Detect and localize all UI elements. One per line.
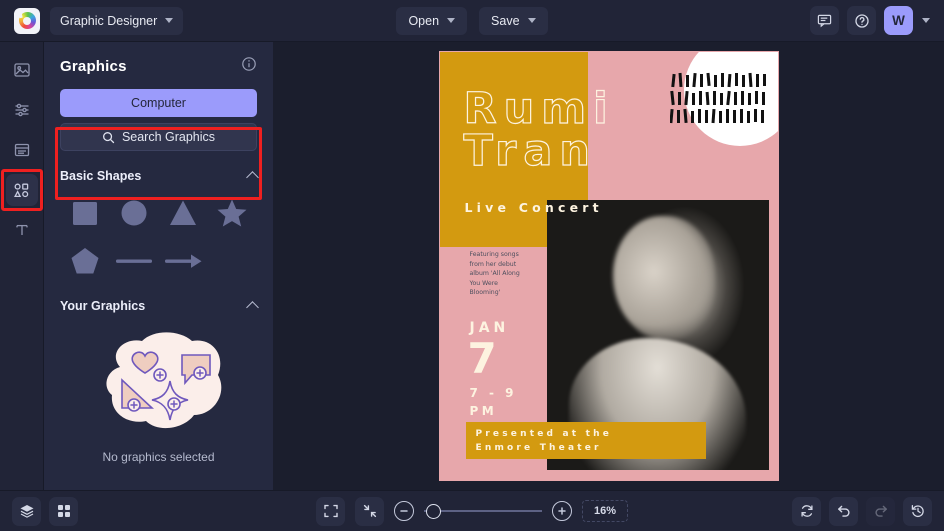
top-right-actions: W — [810, 6, 936, 35]
top-toolbar: Graphic Designer Open Save W — [0, 0, 944, 42]
sidebar-item-text[interactable] — [6, 214, 38, 246]
poster-time: 7 - 9 PM — [469, 386, 518, 418]
your-graphics-title: Your Graphics — [60, 299, 146, 313]
open-button[interactable]: Open — [396, 6, 468, 35]
poster-featuring-text: Featuring songs from her debut album 'Al… — [469, 251, 520, 297]
poster-title: Rumi Tran — [463, 84, 615, 177]
poster-tick-pattern — [669, 72, 766, 124]
shape-pentagon[interactable] — [63, 241, 107, 281]
poster-subtitle: Live Concert — [464, 200, 603, 215]
open-label: Open — [408, 13, 440, 28]
bottom-left-actions — [12, 496, 78, 526]
bottom-toolbar: 16% — [0, 490, 944, 531]
logo-glyph — [18, 12, 36, 29]
zoom-out-icon[interactable] — [394, 501, 414, 521]
zoom-slider-track — [424, 510, 542, 512]
shape-line[interactable] — [112, 241, 156, 281]
zoom-slider-thumb[interactable] — [426, 503, 441, 519]
app-window: Graphic Designer Open Save W Graphics Co… — [0, 0, 944, 531]
info-circle-icon[interactable] — [241, 56, 257, 77]
your-graphics-empty-state: No graphics selected — [60, 323, 257, 464]
sidebar-item-adjust[interactable] — [6, 94, 38, 126]
shape-arrow[interactable] — [161, 241, 205, 281]
search-icon — [102, 131, 115, 143]
sidebar-item-graphics[interactable] — [0, 169, 43, 211]
basic-shapes-title: Basic Shapes — [60, 169, 142, 183]
save-button[interactable]: Save — [479, 6, 548, 35]
shape-square[interactable] — [63, 193, 107, 233]
redo-icon[interactable] — [866, 496, 895, 526]
zoom-in-icon[interactable] — [552, 501, 572, 521]
undo-icon[interactable] — [829, 496, 858, 526]
chevron-down-icon[interactable] — [922, 18, 930, 23]
chevron-down-icon — [447, 18, 456, 23]
fit-to-screen-icon[interactable] — [316, 496, 345, 526]
graphics-blob-illustration — [105, 332, 221, 429]
your-graphics-section-header[interactable]: Your Graphics — [60, 299, 259, 314]
page-title: Graphics — [60, 58, 127, 75]
chevron-up-icon[interactable] — [246, 301, 259, 314]
sidebar-item-images[interactable] — [6, 54, 38, 86]
chevron-down-icon — [527, 18, 536, 23]
chevron-up-icon[interactable] — [246, 171, 259, 184]
history-icon[interactable] — [903, 496, 932, 526]
avatar[interactable]: W — [884, 6, 913, 35]
bottom-right-actions — [792, 496, 932, 526]
computer-button[interactable]: Computer — [60, 89, 257, 117]
shape-star[interactable] — [210, 193, 254, 233]
graphics-panel: Graphics Computer Search Graphics Basic … — [44, 42, 273, 490]
canvas-area[interactable]: Rumi Tran Live Concert Featuring songs f… — [273, 42, 944, 490]
basic-shapes-grid — [60, 193, 257, 281]
main-body: Graphics Computer Search Graphics Basic … — [0, 42, 944, 490]
reset-icon[interactable] — [792, 496, 821, 526]
chevron-down-icon — [165, 18, 174, 23]
empty-state-label: No graphics selected — [102, 450, 215, 464]
grid-icon[interactable] — [49, 496, 78, 526]
zoom-level-value[interactable]: 16% — [582, 500, 628, 522]
panel-header: Graphics — [60, 56, 257, 77]
poster-banner-text: Presented at the Enmore Theater — [475, 429, 613, 453]
zoom-slider[interactable] — [424, 501, 542, 521]
layers-icon[interactable] — [12, 496, 41, 526]
poster-design[interactable]: Rumi Tran Live Concert Featuring songs f… — [438, 51, 779, 481]
shape-circle[interactable] — [112, 193, 156, 233]
sidebar-item-pages[interactable] — [6, 134, 38, 166]
color-wheel-logo-icon[interactable] — [14, 7, 40, 34]
shape-triangle[interactable] — [161, 193, 205, 233]
basic-shapes-section-header[interactable]: Basic Shapes — [60, 169, 259, 184]
poster-day: 7 — [467, 334, 497, 383]
search-graphics-label: Search Graphics — [121, 130, 216, 144]
document-name-dropdown[interactable]: Graphic Designer — [50, 6, 184, 35]
shrink-icon[interactable] — [355, 496, 384, 526]
left-rail — [0, 42, 44, 490]
search-graphics-button[interactable]: Search Graphics — [60, 123, 257, 151]
help-circle-icon[interactable] — [847, 6, 876, 35]
chat-bubble-icon[interactable] — [810, 6, 839, 35]
document-name-label: Graphic Designer — [60, 13, 158, 28]
save-label: Save — [491, 13, 520, 28]
